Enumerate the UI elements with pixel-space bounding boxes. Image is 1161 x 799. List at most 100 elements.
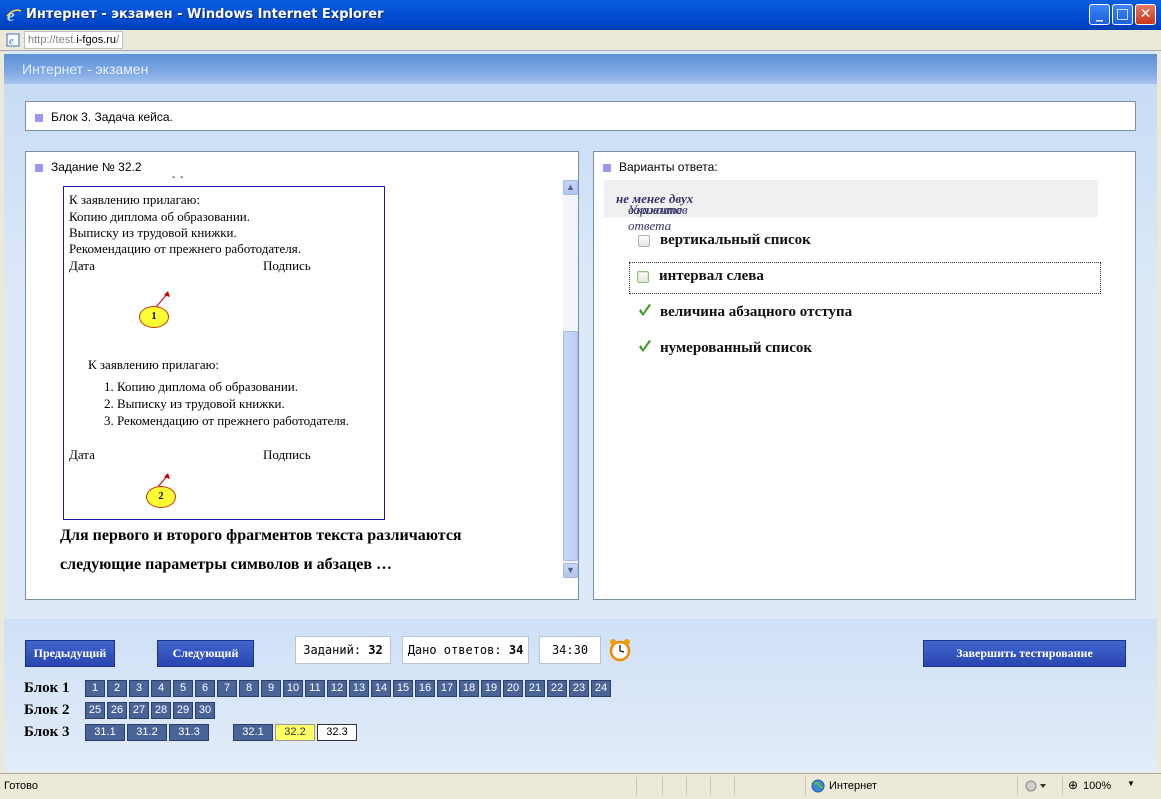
question-button-30[interactable]: 30 bbox=[195, 702, 215, 719]
bottom-navigation: Предыдущий Следующий Заданий: 32 Дано от… bbox=[4, 619, 1157, 772]
next-button[interactable]: Следующий bbox=[157, 640, 254, 667]
checkbox-unchecked[interactable] bbox=[637, 271, 649, 283]
window-titlebar: e Интернет - экзамен - Windows Internet … bbox=[0, 0, 1161, 30]
address-bar: e http://test.i-fgos.ru/ bbox=[0, 30, 1161, 51]
finish-test-button[interactable]: Завершить тестирование bbox=[923, 640, 1126, 667]
block-row-label: Блок 1 bbox=[24, 680, 70, 696]
question-button-9[interactable]: 9 bbox=[261, 680, 281, 697]
question-button-18[interactable]: 18 bbox=[459, 680, 479, 697]
maximize-button[interactable]: □ bbox=[1112, 4, 1133, 25]
fragment2-line: 2. Выписку из трудовой книжки. bbox=[104, 396, 285, 411]
checkbox-checked-icon[interactable] bbox=[637, 339, 653, 355]
question-button-19[interactable]: 19 bbox=[481, 680, 501, 697]
minimize-button[interactable]: _ bbox=[1089, 4, 1110, 25]
question-button-31.3[interactable]: 31.3 bbox=[169, 724, 209, 741]
question-button-1[interactable]: 1 bbox=[85, 680, 105, 697]
answer-option[interactable]: нумерованный список bbox=[630, 334, 1100, 366]
question-text-line1: Для первого и второго фрагментов текста … bbox=[60, 527, 462, 544]
fragment1-line: Копию диплома об образовании. bbox=[69, 209, 250, 224]
status-divider bbox=[710, 777, 711, 795]
question-button-6[interactable]: 6 bbox=[195, 680, 215, 697]
question-button-12[interactable]: 12 bbox=[327, 680, 347, 697]
chevron-up-icon: ▲ bbox=[566, 182, 575, 192]
answered-count-box: Дано ответов: 34 bbox=[402, 636, 529, 664]
question-button-24[interactable]: 24 bbox=[591, 680, 611, 697]
question-button-10[interactable]: 10 bbox=[283, 680, 303, 697]
status-divider bbox=[662, 777, 663, 795]
date-label: Дата bbox=[69, 258, 95, 273]
document-image: К заявлению прилагаю: Копию диплома об о… bbox=[63, 186, 385, 520]
question-button-29[interactable]: 29 bbox=[173, 702, 193, 719]
question-button-31.1[interactable]: 31.1 bbox=[85, 724, 125, 741]
clipped-dashes: - - bbox=[172, 172, 185, 183]
question-button-15[interactable]: 15 bbox=[393, 680, 413, 697]
scroll-thumb[interactable] bbox=[563, 331, 578, 561]
status-text: Готово bbox=[4, 780, 38, 792]
question-button-14[interactable]: 14 bbox=[371, 680, 391, 697]
answer-option[interactable]: вертикальный список bbox=[630, 226, 1100, 258]
status-divider bbox=[805, 777, 806, 795]
question-button-28[interactable]: 28 bbox=[151, 702, 171, 719]
question-button-8[interactable]: 8 bbox=[239, 680, 259, 697]
bullet-icon bbox=[35, 113, 43, 122]
signature-label: Подпись bbox=[263, 258, 311, 273]
answers-title: Варианты ответа: bbox=[619, 160, 718, 174]
bullet-icon bbox=[35, 163, 43, 172]
question-button-2[interactable]: 2 bbox=[107, 680, 127, 697]
question-button-3[interactable]: 3 bbox=[129, 680, 149, 697]
status-divider bbox=[1017, 777, 1018, 795]
previous-button[interactable]: Предыдущий bbox=[25, 640, 115, 667]
answer-option-focused[interactable]: интервал слева bbox=[629, 262, 1101, 294]
checkbox-unchecked[interactable] bbox=[638, 235, 650, 247]
block-title-bar: Блок 3. Задача кейса. bbox=[25, 101, 1136, 131]
question-button-31.2[interactable]: 31.2 bbox=[127, 724, 167, 741]
url-field[interactable]: http://test.i-fgos.ru/ bbox=[24, 31, 124, 49]
security-zone: Интернет bbox=[829, 780, 877, 792]
question-button-4[interactable]: 4 bbox=[151, 680, 171, 697]
scroll-down-button[interactable]: ▼ bbox=[563, 563, 578, 578]
question-button-17[interactable]: 17 bbox=[437, 680, 457, 697]
question-button-21[interactable]: 21 bbox=[525, 680, 545, 697]
question-button-20[interactable]: 20 bbox=[503, 680, 523, 697]
chevron-down-icon[interactable]: ▼ bbox=[1127, 779, 1135, 788]
answer-option[interactable]: величина абзацного отступа bbox=[630, 298, 1100, 330]
protected-mode-icon[interactable] bbox=[1025, 779, 1047, 793]
window-title: Интернет - экзамен - Windows Internet Ex… bbox=[26, 7, 384, 22]
checkbox-checked-icon[interactable] bbox=[637, 303, 653, 319]
status-divider bbox=[636, 777, 637, 795]
question-button-27[interactable]: 27 bbox=[129, 702, 149, 719]
internet-explorer-icon: e bbox=[6, 6, 22, 24]
question-button-11[interactable]: 11 bbox=[305, 680, 325, 697]
minimize-icon: _ bbox=[1096, 6, 1103, 22]
scroll-up-button[interactable]: ▲ bbox=[563, 180, 578, 195]
question-button-32.3[interactable]: 32.3 bbox=[317, 724, 357, 741]
page-title: Интернет - экзамен bbox=[22, 61, 149, 77]
fragment-marker-1: 1 bbox=[139, 306, 169, 328]
block-title: Блок 3. Задача кейса. bbox=[51, 110, 173, 124]
question-button-7[interactable]: 7 bbox=[217, 680, 237, 697]
tasks-count-box: Заданий: 32 bbox=[295, 636, 391, 664]
question-button-32.2[interactable]: 32.2 bbox=[275, 724, 315, 741]
question-button-26[interactable]: 26 bbox=[107, 702, 127, 719]
question-button-22[interactable]: 22 bbox=[547, 680, 567, 697]
alarm-clock-icon bbox=[609, 639, 631, 662]
maximize-icon: □ bbox=[1115, 6, 1130, 22]
svg-text:e: e bbox=[9, 36, 14, 47]
question-button-25[interactable]: 25 bbox=[85, 702, 105, 719]
close-button[interactable]: ✕ bbox=[1135, 4, 1156, 25]
question-button-5[interactable]: 5 bbox=[173, 680, 193, 697]
task-scrollbar[interactable]: ▲ ▼ bbox=[563, 180, 578, 578]
status-divider bbox=[1062, 777, 1063, 795]
question-button-23[interactable]: 23 bbox=[569, 680, 589, 697]
status-bar: Готово Интернет ⊕ 100% ▼ bbox=[0, 773, 1161, 799]
question-button-32.1[interactable]: 32.1 bbox=[233, 724, 273, 741]
zoom-level[interactable]: 100% bbox=[1083, 780, 1111, 792]
block-row-label: Блок 2 bbox=[24, 702, 70, 718]
question-button-13[interactable]: 13 bbox=[349, 680, 369, 697]
date-label: Дата bbox=[69, 447, 95, 462]
question-button-16[interactable]: 16 bbox=[415, 680, 435, 697]
zoom-icon[interactable]: ⊕ bbox=[1068, 778, 1078, 792]
content-area: Блок 3. Задача кейса. Задание № 32.2 - -… bbox=[4, 84, 1157, 619]
fragment1-line: К заявлению прилагаю: bbox=[69, 192, 201, 207]
fragment-marker-2: 2 bbox=[146, 486, 176, 508]
